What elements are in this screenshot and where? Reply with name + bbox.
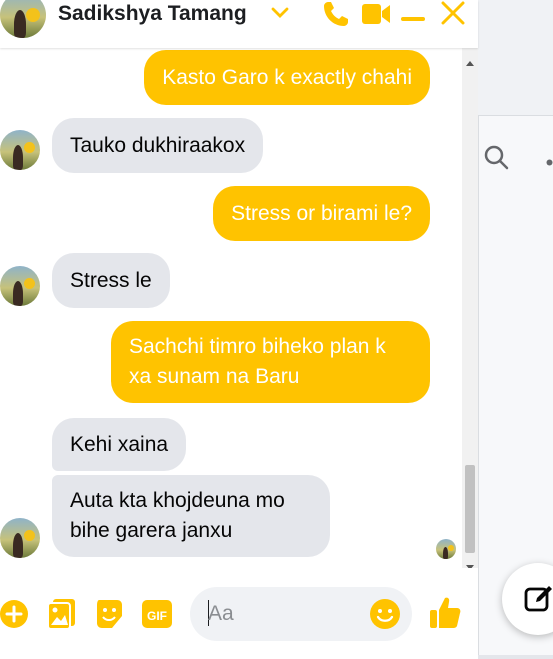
chevron-down-icon[interactable] <box>271 6 289 25</box>
search-icon[interactable] <box>484 145 510 176</box>
contact-name[interactable]: Sadikshya Tamang <box>58 2 247 26</box>
close-icon[interactable] <box>441 1 465 30</box>
message-incoming: Kehi xaina <box>52 418 187 471</box>
message-outgoing: Kasto Garo k exactly chahi <box>144 50 430 105</box>
message-outgoing: Stress or birami le? <box>213 186 430 241</box>
message-input-placeholder: Aa <box>208 602 234 625</box>
video-camera-icon[interactable] <box>361 2 391 31</box>
photo-icon[interactable] <box>47 598 77 635</box>
seen-indicator-avatar <box>436 539 456 559</box>
contact-avatar <box>0 518 40 558</box>
compose-icon <box>524 584 553 619</box>
message-incoming: Stress le <box>52 253 170 308</box>
add-icon[interactable] <box>0 600 28 633</box>
contact-avatar[interactable] <box>0 0 46 38</box>
thumbs-up-icon[interactable] <box>429 596 461 635</box>
contact-avatar <box>0 130 40 170</box>
message-incoming: Tauko dukhiraakox <box>52 118 264 173</box>
chat-header: Sadikshya Tamang <box>0 0 478 48</box>
emoji-icon[interactable] <box>370 599 400 634</box>
message-incoming: Auta kta khojdeuna mo bihe garera janxu <box>52 475 330 557</box>
contact-avatar <box>0 266 40 306</box>
scrollbar-thumb[interactable] <box>465 465 475 553</box>
phone-icon[interactable] <box>322 0 350 33</box>
chat-window: Sadikshya Tamang Kasto Garo k exactly ch… <box>0 0 478 659</box>
right-panel-header <box>478 0 553 116</box>
message-outgoing: Sachchi timro biheko plan k xa sunam na … <box>111 321 430 403</box>
message-list[interactable]: Kasto Garo k exactly chahi Tauko dukhira… <box>0 48 462 568</box>
sticker-icon[interactable] <box>95 598 125 635</box>
right-panel-footer <box>478 655 553 659</box>
more-icon[interactable] <box>546 153 553 171</box>
svg-text:GIF: GIF <box>147 609 167 623</box>
minimize-icon[interactable] <box>401 10 425 28</box>
scroll-up-arrow[interactable] <box>466 53 474 71</box>
gif-icon[interactable]: GIF <box>142 598 172 635</box>
